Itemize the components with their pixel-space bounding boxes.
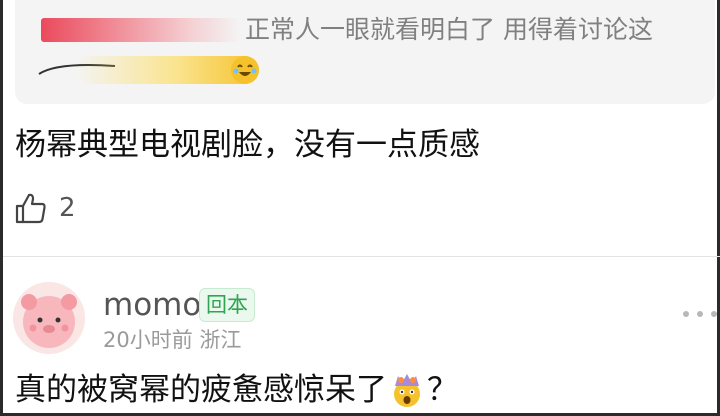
redacted-username-bar xyxy=(41,18,241,42)
comment-thread: 正常人一眼就看明白了 用得着讨论这 杨幂典型电视剧脸，没有一点质感 2 momo… xyxy=(0,0,720,416)
more-dot-icon xyxy=(697,311,703,317)
author-badge: 回本 xyxy=(199,288,255,322)
exploding-head-icon xyxy=(394,374,420,407)
more-dot-icon xyxy=(683,311,689,317)
like-button[interactable]: 2 xyxy=(13,188,76,228)
avatar-pig-illustration xyxy=(13,282,85,354)
reply-time-location: 20小时前 浙江 xyxy=(103,328,242,352)
divider xyxy=(3,256,720,257)
thumbs-up-icon xyxy=(15,193,46,224)
reply-text-end: ？ xyxy=(427,372,458,408)
more-options-button[interactable] xyxy=(683,304,717,324)
laugh-cry-icon xyxy=(231,56,259,84)
avatar[interactable] xyxy=(13,282,85,354)
comment-text: 杨幂典型电视剧脸，没有一点质感 xyxy=(15,127,480,163)
like-count: 2 xyxy=(59,193,76,223)
quoted-comment-box[interactable]: 正常人一眼就看明白了 用得着讨论这 xyxy=(15,0,715,104)
quoted-comment-text: 正常人一眼就看明白了 用得着讨论这 xyxy=(245,15,653,44)
reply-text-main: 真的被窝幂的疲惫感惊呆了 xyxy=(15,372,387,408)
reply-text: 真的被窝幂的疲惫感惊呆了 ？ xyxy=(15,368,458,412)
more-dot-icon xyxy=(711,311,717,317)
reply-username[interactable]: momo xyxy=(103,286,201,324)
